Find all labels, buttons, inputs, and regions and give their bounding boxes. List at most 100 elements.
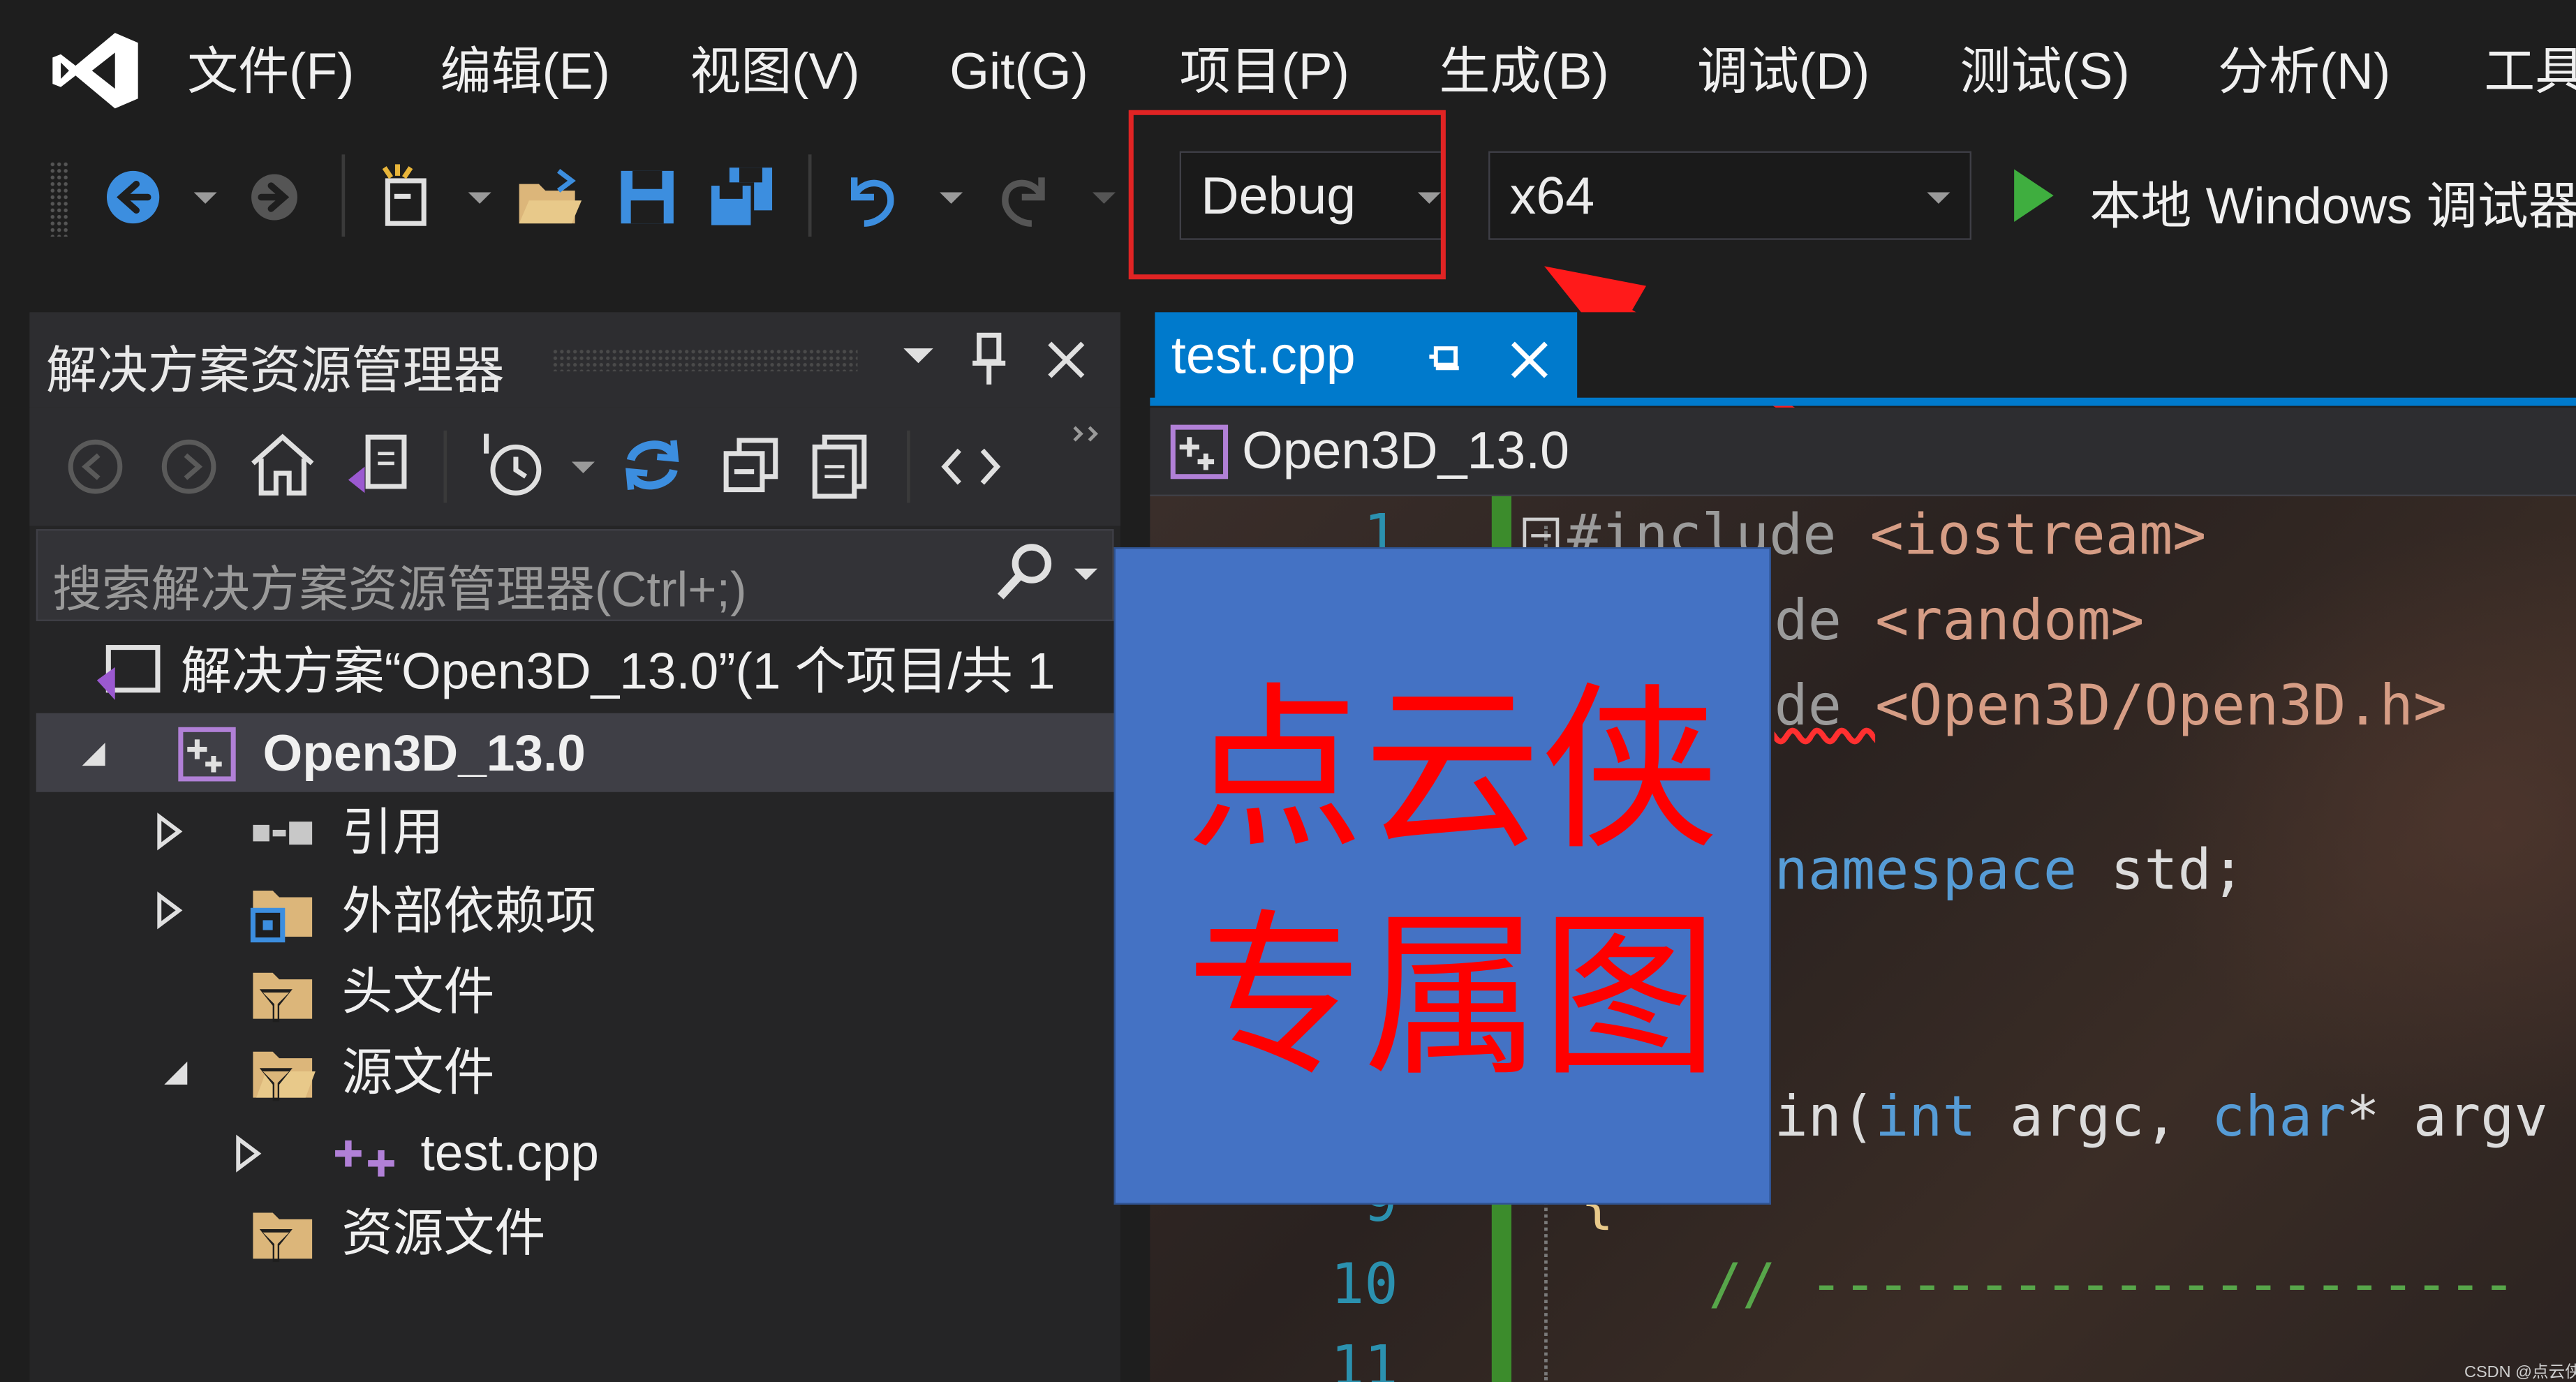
code-comment: // --------------------- <box>1708 1251 2516 1318</box>
platform-chevron-down-icon <box>1927 192 1950 204</box>
search-placeholder: 搜索解决方案资源管理器(Ctrl+;) <box>52 563 747 618</box>
code-line-4: namespace std; <box>1775 838 2245 904</box>
code-line-5: in(int argc, char* argv <box>1775 1085 2548 1150</box>
namespace-keyword: namespace <box>1774 838 2078 904</box>
back-arrow-icon[interactable] <box>102 166 164 228</box>
menu-debug[interactable]: 调试(D) <box>1697 43 1870 102</box>
search-options-chevron-down-icon[interactable] <box>1074 568 1098 581</box>
forward-arrow-icon[interactable] <box>246 169 302 225</box>
menu-git[interactable]: Git(G) <box>949 43 1088 102</box>
preprocessor-keyword: de <box>1774 588 1876 655</box>
menu-project[interactable]: 项目(P) <box>1180 43 1349 102</box>
redo-icon[interactable] <box>992 164 1058 230</box>
play-icon[interactable] <box>2008 166 2057 225</box>
filter-folder-open-icon <box>253 1051 316 1101</box>
new-dropdown-chevron-icon[interactable] <box>468 192 491 204</box>
filter-dropdown-chevron-icon[interactable] <box>571 461 595 474</box>
code-line-2: de <random> <box>1775 588 2145 654</box>
tree-item-project[interactable]: Open3D_13.0 <box>263 723 586 785</box>
tree-item-external-dependencies[interactable]: 外部依赖项 <box>341 881 596 943</box>
search-icon[interactable] <box>992 542 1054 604</box>
back-dropdown-chevron-icon[interactable] <box>193 192 217 204</box>
undo-dropdown-chevron-icon[interactable] <box>940 192 963 204</box>
toolbar-grip[interactable] <box>49 161 69 237</box>
namespace-name: std; <box>2077 838 2246 904</box>
pin-icon[interactable] <box>969 332 1008 388</box>
panel-menu-chevron-down-icon[interactable] <box>903 348 933 364</box>
menu-view[interactable]: 视图(V) <box>690 43 859 102</box>
include-header: <iostream> <box>1870 503 2207 569</box>
csdn-credit: CSDN @点云侠 <box>2464 1364 2576 1382</box>
save-all-icon[interactable] <box>706 164 776 230</box>
references-icon <box>253 822 313 845</box>
collapsed-triangle-icon[interactable] <box>154 891 184 930</box>
switch-views-icon[interactable] <box>341 431 414 500</box>
forward-arrow-icon[interactable] <box>159 437 219 496</box>
include-header: <random> <box>1875 588 2145 655</box>
open-folder-icon[interactable] <box>516 168 585 227</box>
platform-value: x64 <box>1509 165 1595 225</box>
titlebar-grip <box>552 348 858 372</box>
collapsed-triangle-icon[interactable] <box>233 1134 262 1173</box>
preprocessor-keyword: de <box>1774 674 1876 740</box>
refresh-icon[interactable] <box>618 431 687 500</box>
new-project-icon[interactable] <box>371 161 444 234</box>
collapsed-triangle-icon[interactable] <box>154 812 184 852</box>
solution-icon <box>96 645 161 700</box>
external-dependencies-folder-icon <box>250 891 313 943</box>
tab-close-icon[interactable] <box>1508 339 1550 381</box>
show-all-files-icon[interactable] <box>808 431 874 500</box>
close-icon[interactable] <box>1045 339 1088 381</box>
parameter: * argv <box>2346 1084 2548 1151</box>
watermark-text-line-1: 点云侠 <box>1186 669 1719 875</box>
menu-build[interactable]: 生成(B) <box>1439 43 1608 102</box>
visual-studio-logo-icon[interactable] <box>50 29 142 112</box>
tree-item-references[interactable]: 引用 <box>341 802 443 864</box>
cpp-file-icon <box>335 1140 394 1177</box>
toolbar-separator <box>808 154 812 237</box>
function-name: in( <box>1774 1084 1876 1151</box>
highlight-box <box>1128 110 1446 280</box>
home-icon[interactable] <box>246 431 319 500</box>
menu-test[interactable]: 测试(S) <box>1960 43 2129 102</box>
redo-dropdown-chevron-icon[interactable] <box>1092 192 1116 204</box>
platform-select[interactable]: x64 <box>1488 151 1971 240</box>
expanded-triangle-icon[interactable] <box>158 1058 191 1087</box>
menu-tools[interactable]: 工具 <box>2484 43 2576 102</box>
pending-changes-clock-icon[interactable] <box>476 427 549 503</box>
tab-pin-icon[interactable] <box>1426 339 1469 378</box>
tab-label: test.cpp <box>1171 325 1356 385</box>
start-debugger-button[interactable]: 本地 Windows 调试器 <box>2089 164 2576 238</box>
filter-folder-icon <box>253 972 313 1023</box>
tree-item-resource-files[interactable]: 资源文件 <box>341 1203 545 1265</box>
tree-item-test-cpp[interactable]: test.cpp <box>420 1122 598 1184</box>
solution-explorer-title: 解决方案资源管理器 <box>45 341 505 400</box>
tree-item-header-files[interactable]: 头文件 <box>341 961 494 1023</box>
line-number: 11 <box>1331 1334 1398 1382</box>
tab-underline <box>1150 397 2576 406</box>
tree-item-solution[interactable]: 解决方案“Open3D_13.0”(1 个项目/共 1 <box>181 641 1056 703</box>
type-keyword: int <box>1875 1084 1976 1151</box>
watermark-text-line-2: 专属图 <box>1186 896 1719 1101</box>
menu-file[interactable]: 文件(F) <box>187 43 354 102</box>
back-arrow-icon[interactable] <box>66 437 125 496</box>
code-line-3: de <Open3D/Open3D.h> <box>1775 674 2447 739</box>
cpp-project-icon <box>178 727 236 782</box>
save-icon[interactable] <box>618 168 677 227</box>
line-number: 10 <box>1331 1251 1398 1318</box>
view-code-icon[interactable] <box>940 444 1002 490</box>
parameter: argc, <box>1976 1084 2212 1151</box>
collapse-all-icon[interactable] <box>720 434 782 496</box>
cpp-project-icon <box>1170 424 1229 480</box>
toolbar-separator <box>341 154 346 237</box>
navbar-project-dropdown[interactable]: Open3D_13.0 <box>1242 421 1569 482</box>
type-keyword: char <box>2211 1084 2346 1151</box>
toolbar-overflow-icon[interactable] <box>1071 424 1104 443</box>
tree-item-source-files[interactable]: 源文件 <box>341 1042 494 1104</box>
filter-folder-icon <box>253 1212 313 1263</box>
include-header: <Open3D/Open3D.h> <box>1875 674 2448 740</box>
menu-edit[interactable]: 编辑(E) <box>441 43 610 102</box>
undo-icon[interactable] <box>838 164 903 230</box>
expanded-triangle-icon[interactable] <box>75 739 108 768</box>
menu-analyze[interactable]: 分析(N) <box>2218 43 2390 102</box>
